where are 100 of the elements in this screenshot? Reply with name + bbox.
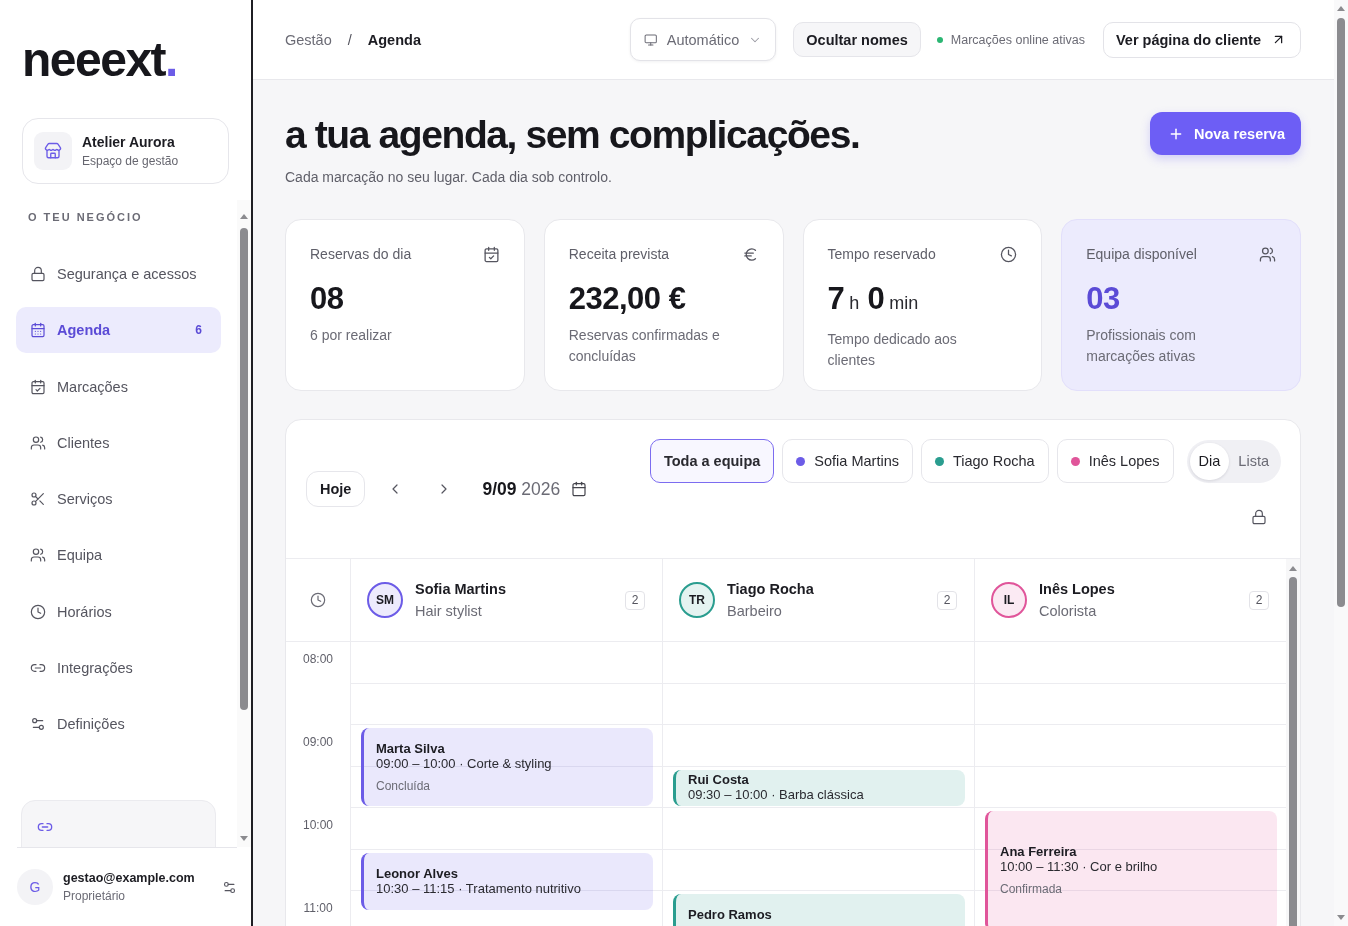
staff-role: Colorista — [1039, 602, 1098, 620]
nav-item[interactable]: Agenda 6 — [16, 307, 221, 354]
lock-icon — [30, 266, 46, 282]
breadcrumb-separator: / — [347, 31, 352, 48]
stat-value: 08 — [310, 281, 345, 317]
scroll-up-icon[interactable] — [1337, 6, 1345, 11]
scroll-down-icon[interactable] — [1337, 915, 1345, 920]
user-role: Proprietário — [63, 888, 127, 904]
stat-value: 03 — [1086, 281, 1121, 317]
sliders-icon[interactable] — [222, 879, 237, 895]
breadcrumb-item: Agenda — [367, 31, 421, 48]
current-date: 9/09 2026 — [482, 478, 561, 500]
stat-label: Receita prevista — [568, 246, 670, 262]
count-badge: 2 — [1249, 590, 1269, 610]
staff-role: Barbeiro — [727, 602, 783, 620]
page-subtitle: Cada marcação no seu lugar. Cada dia sob controlo. — [285, 168, 613, 187]
workspace-card[interactable]: Atelier Aurora Espaço de gestão — [22, 118, 229, 184]
nav-item[interactable]: Integrações — [16, 644, 221, 691]
booking-card[interactable]: Marta Silva 09:00 – 10:00 · Corte & styling Concluída — [361, 728, 653, 806]
scrollbar-thumb[interactable] — [1289, 577, 1297, 926]
nav-item[interactable]: Segurança e acessos — [16, 251, 221, 297]
booking-status: Concluída — [376, 778, 432, 794]
client-page-button[interactable]: Ver página do cliente — [1102, 21, 1301, 58]
scrollbar[interactable] — [1286, 559, 1300, 926]
nav-item[interactable]: Serviços — [16, 476, 221, 522]
filter-chip[interactable]: Inês Lopes — [1056, 439, 1174, 483]
calendar-icon — [30, 322, 46, 339]
count-badge: 2 — [937, 590, 957, 610]
nav-item[interactable]: Marcações — [16, 363, 221, 410]
staff-avatar: TR — [679, 582, 715, 618]
online-status-text: Marcações online ativas — [950, 32, 1085, 47]
staff-name: Tiago Rocha — [727, 580, 814, 598]
stat-description: Reservas confirmadas e concluídas — [568, 326, 721, 366]
clock-icon — [310, 592, 326, 608]
nav-item[interactable]: Equipa — [16, 532, 221, 579]
filter-chip[interactable]: Tiago Rocha — [920, 439, 1049, 483]
calendar-check-icon — [482, 245, 500, 263]
hide-names-button[interactable]: Ocultar nomes — [793, 22, 921, 57]
booking-card[interactable]: Leonor Alves 10:30 – 11:15 · Tratamento nutritivo — [361, 852, 653, 910]
stat-label: Reservas do dia — [310, 246, 412, 262]
stat-value: 7 h 0 min — [827, 281, 920, 318]
time-label: 10:00 — [303, 818, 333, 832]
staff-avatar: SM — [367, 582, 403, 618]
scroll-up-icon[interactable] — [240, 214, 248, 219]
user-avatar: G — [17, 869, 53, 905]
user-email: gestao@example.com — [63, 870, 195, 887]
stat-label: Tempo reservado — [827, 246, 936, 262]
item-count: 6 — [195, 323, 202, 338]
users-icon — [1259, 245, 1276, 263]
workspace-name: Atelier Aurora — [82, 133, 176, 151]
staff-avatar: IL — [991, 582, 1027, 618]
view-tab[interactable]: Dia — [1189, 442, 1230, 480]
view-tab[interactable]: Lista — [1229, 442, 1278, 480]
stat-description: Profissionais com marcações ativas — [1086, 326, 1197, 366]
breadcrumb-item[interactable]: Gestão — [285, 31, 332, 48]
booking-details: 10:30 – 11:15 · Tratamento nutritivo — [376, 880, 582, 897]
clock-icon — [30, 603, 46, 620]
nav-item[interactable]: Definições — [16, 701, 221, 747]
booking-details: 09:00 – 10:00 · Corte & styling — [376, 755, 553, 772]
nav-item[interactable]: Horários — [16, 588, 221, 635]
calendar-check-icon — [30, 378, 46, 395]
scrollbar[interactable] — [1334, 0, 1348, 926]
section-label: O TEU NEGÓCIO — [27, 210, 144, 225]
staff-role: Hair stylist — [415, 602, 483, 620]
filter-chip[interactable]: Toda a equipa — [649, 439, 775, 483]
time-label: 09:00 — [303, 735, 333, 749]
scrollbar-thumb[interactable] — [240, 228, 248, 710]
booking-card[interactable]: Rui Costa 09:30 – 10:00 · Barba clássica — [673, 769, 965, 806]
time-label: 08:00 — [303, 652, 333, 666]
users-icon — [30, 434, 46, 451]
filter-chip[interactable]: Sofia Martins — [782, 439, 913, 483]
calendar-icon[interactable] — [571, 481, 588, 497]
staff-name: Inês Lopes — [1039, 580, 1115, 598]
logo: neeext. — [22, 34, 177, 86]
monitor-icon — [644, 31, 658, 48]
stat-description: 6 por realizar — [310, 326, 393, 345]
new-booking-button[interactable]: Nova reserva — [1149, 112, 1301, 155]
users-icon — [30, 547, 46, 564]
nav-item[interactable]: Clientes — [16, 419, 221, 466]
scrollbar[interactable] — [237, 200, 251, 847]
lock-icon[interactable] — [1251, 509, 1267, 525]
euro-icon — [741, 245, 759, 263]
client-name: Leonor Alves — [376, 865, 459, 881]
today-button[interactable]: Hoje — [306, 471, 366, 507]
scroll-down-icon[interactable] — [240, 836, 248, 841]
store-icon — [34, 132, 72, 170]
booking-card[interactable]: Ana Ferreira 10:00 – 11:30 · Cor e brilho Confirmada — [985, 811, 1277, 926]
stat-description: Tempo dedicado aos clientes — [827, 330, 958, 370]
client-name: Ana Ferreira — [1000, 844, 1078, 860]
booking-details: 10:00 – 11:30 · Cor e brilho — [1000, 859, 1159, 876]
scroll-up-icon[interactable] — [1289, 566, 1297, 571]
time-label: 11:00 — [303, 901, 333, 915]
staff-name: Sofia Martins — [415, 580, 507, 598]
scrollbar-thumb[interactable] — [1337, 18, 1345, 607]
client-name: Rui Costa — [688, 772, 750, 788]
scissors-icon — [30, 491, 46, 507]
theme-select[interactable]: Automático — [630, 18, 777, 61]
clock-icon — [1000, 245, 1018, 263]
stat-value: 232,00 € — [568, 281, 687, 317]
booking-card[interactable]: Pedro Ramos — [673, 894, 965, 926]
